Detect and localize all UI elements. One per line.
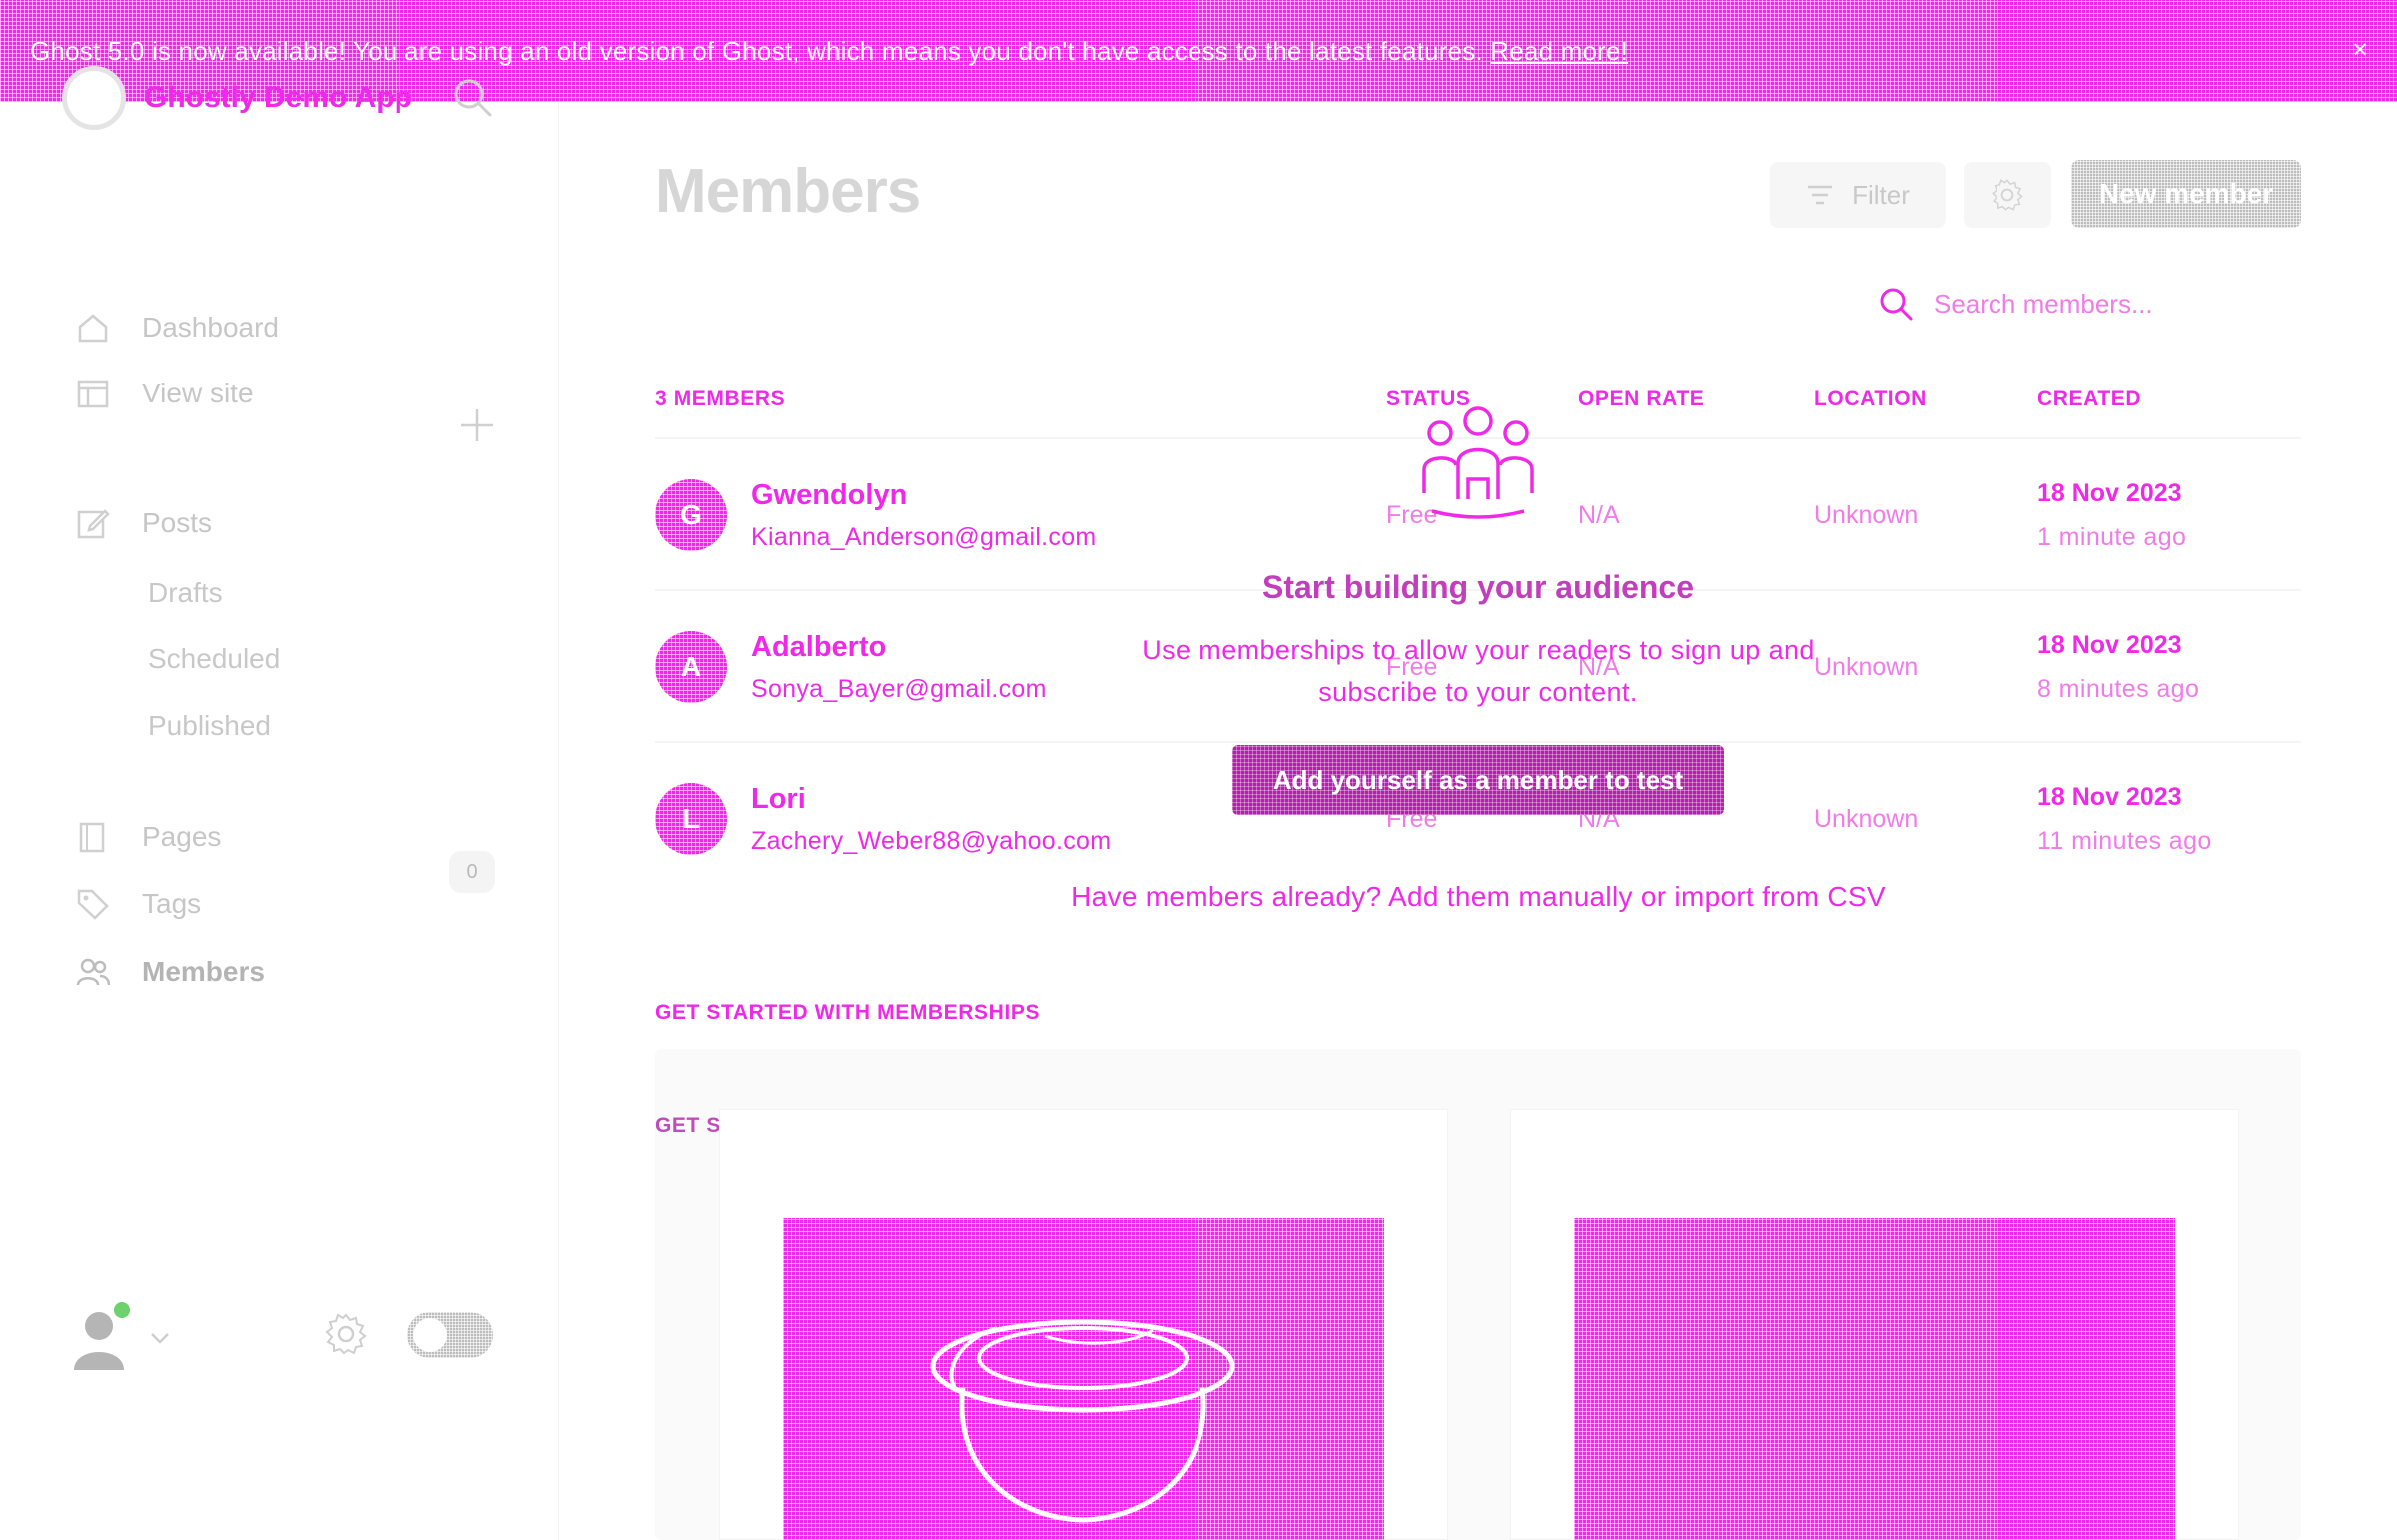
member-created-ago: 8 minutes ago — [2037, 675, 2200, 703]
sidebar-item-published[interactable]: Published — [148, 710, 271, 742]
member-created-ago: 1 minute ago — [2037, 523, 2187, 551]
member-location: Unknown — [1814, 805, 1919, 833]
search-icon — [1880, 288, 1913, 321]
members-icon — [76, 958, 110, 986]
member-name: Lori — [751, 783, 806, 815]
brand-name: Ghostly Demo App — [144, 81, 412, 114]
member-open-rate: N/A — [1578, 501, 1620, 529]
member-avatar: A — [655, 631, 727, 703]
column-header-location[interactable]: LOCATION — [1814, 387, 1927, 411]
filter-button[interactable]: Filter — [1770, 162, 1946, 228]
table-divider — [655, 741, 2301, 743]
online-status-dot — [114, 1302, 130, 1318]
add-yourself-button[interactable]: Add yourself as a member to test — [1232, 745, 1724, 815]
site-icon — [77, 380, 109, 408]
chevron-down-icon[interactable] — [146, 1324, 174, 1352]
member-name: Gwendolyn — [751, 479, 908, 511]
sidebar-item-drafts[interactable]: Drafts — [148, 577, 223, 609]
new-member-button[interactable]: New member — [2071, 160, 2301, 228]
sidebar-item-label: Tags — [142, 888, 202, 919]
empty-state-description-line: Use memberships to allow your readers to… — [1142, 635, 1815, 665]
membership-card-image — [1574, 1218, 2175, 1540]
section-heading-get-started: GET STARTED WITH MEMBERSHIPS — [655, 1001, 1041, 1024]
sidebar-item-pages[interactable]: Pages — [76, 815, 221, 859]
coffee-cup-image — [783, 1218, 1384, 1540]
member-created-date: 18 Nov 2023 — [2037, 631, 2182, 659]
member-created-date: 18 Nov 2023 — [2037, 783, 2182, 811]
audience-icon — [1422, 406, 1534, 519]
pencil-icon — [77, 509, 110, 539]
search-icon[interactable] — [451, 76, 493, 118]
sidebar-item-label: Dashboard — [142, 312, 279, 343]
column-header-open-rate[interactable]: OPEN RATE — [1578, 387, 1704, 411]
sidebar-item-label: Pages — [142, 821, 222, 852]
sidebar-item-tags[interactable]: Tags — [76, 882, 201, 926]
page-title: Members — [655, 157, 921, 226]
empty-state-description-line: subscribe to your content. — [1318, 677, 1638, 707]
member-email: Zachery_Weber88@yahoo.com — [751, 827, 1112, 855]
sidebar-item-label: View site — [142, 378, 254, 408]
filter-icon — [1808, 185, 1833, 205]
theme-toggle-knob — [413, 1318, 447, 1352]
member-created-ago: 11 minutes ago — [2037, 827, 2212, 855]
members-settings-button[interactable] — [1964, 162, 2051, 228]
member-search[interactable]: Search members... — [1878, 286, 2153, 322]
sidebar-item-dashboard[interactable]: Dashboard — [76, 306, 279, 350]
import-members-link[interactable]: Have members already? Add them manually … — [999, 881, 1958, 913]
sidebar-item-members[interactable]: Members — [76, 950, 265, 994]
empty-state-title: Start building your audience — [1261, 569, 1695, 605]
search-input[interactable]: Search members... — [1934, 289, 2153, 320]
settings-gear-icon[interactable] — [324, 1312, 368, 1356]
close-icon[interactable]: × — [2345, 34, 2375, 64]
banner-text: Ghost 5.0 is now available! You are usin… — [30, 35, 1483, 66]
brand-logo — [62, 66, 126, 130]
home-icon — [78, 314, 108, 343]
members-count-badge: 0 — [449, 851, 495, 893]
empty-state-description: Use memberships to allow your readers to… — [1099, 629, 1858, 713]
member-email: Kianna_Anderson@gmail.com — [751, 523, 1097, 551]
member-avatar: G — [655, 479, 727, 551]
banner-read-more-link[interactable]: Read more! — [1490, 36, 1628, 66]
page-icon — [79, 822, 105, 853]
member-email: Sonya_Bayer@gmail.com — [751, 675, 1047, 703]
members-count-label: 3 MEMBERS — [655, 387, 786, 410]
sidebar-item-label: Members — [142, 956, 265, 987]
add-post-icon[interactable] — [457, 405, 497, 445]
brand[interactable]: Ghostly Demo App — [62, 66, 412, 130]
sidebar-item-posts[interactable]: Posts — [76, 501, 212, 545]
member-avatar: L — [655, 783, 727, 855]
banner-message: Ghost 5.0 is now available! You are usin… — [30, 36, 2327, 67]
member-name: Adalberto — [751, 631, 887, 663]
sidebar-item-label: Posts — [142, 507, 213, 538]
sidebar-item-view-site[interactable]: View site — [76, 372, 254, 415]
sidebar-item-scheduled[interactable]: Scheduled — [148, 643, 280, 675]
member-location: Unknown — [1814, 501, 1919, 529]
filter-label: Filter — [1852, 179, 1910, 210]
tag-icon — [77, 889, 109, 920]
member-created-date: 18 Nov 2023 — [2037, 479, 2182, 507]
gear-icon — [1992, 179, 2023, 211]
column-header-created[interactable]: CREATED — [2037, 387, 2141, 411]
